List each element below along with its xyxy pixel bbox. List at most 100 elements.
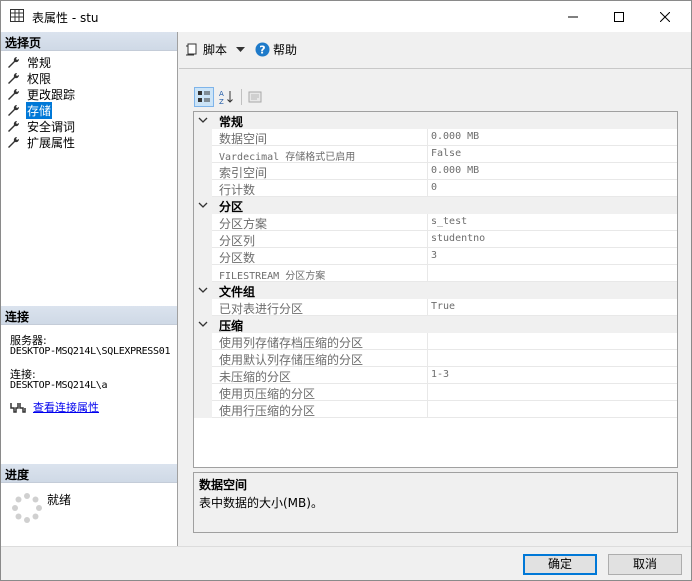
property-name: 分区列 [219, 234, 256, 248]
cancel-button[interactable]: 取消 [608, 554, 682, 575]
property-name: 数据空间 [219, 132, 268, 146]
property-row[interactable]: 使用默认列存储压缩的分区 [194, 350, 677, 367]
category-name: 常规 [219, 115, 244, 129]
property-pages-icon [248, 91, 262, 103]
property-grid-toolbar: AZ [194, 86, 267, 108]
property-name: 分区数 [219, 251, 256, 265]
page-item-permissions[interactable]: 权限 [7, 70, 52, 86]
categorized-icon [198, 91, 210, 102]
property-row[interactable]: 未压缩的分区 1-3 [194, 367, 677, 384]
property-name: 使用页压缩的分区 [219, 387, 316, 401]
description-title: 数据空间 [199, 478, 248, 492]
toolbar: 脚本 ? 帮助 [179, 32, 691, 69]
wrench-icon [8, 136, 20, 148]
property-row[interactable]: 分区列 studentno [194, 231, 677, 248]
maximize-icon[interactable] [596, 1, 642, 32]
property-value: 1-3 [431, 369, 450, 380]
category-partition[interactable]: 分区 [194, 197, 677, 214]
property-row[interactable]: 分区数 3 [194, 248, 677, 265]
left-panel: 选择页 常规 权限 更改跟踪 存储 安全谓词 扩展属性 连接 服务器: DESK… [1, 32, 178, 546]
page-item-general[interactable]: 常规 [7, 54, 52, 70]
chevron-down-icon[interactable] [198, 198, 208, 212]
property-row[interactable]: FILESTREAM 分区方案 [194, 265, 677, 282]
property-name: FILESTREAM 分区方案 [219, 271, 326, 282]
page-item-security-predicates[interactable]: 安全谓词 [7, 118, 76, 134]
svg-text:?: ? [259, 44, 265, 57]
category-filegroup[interactable]: 文件组 [194, 282, 677, 299]
property-name: 使用列存储存档压缩的分区 [219, 336, 364, 350]
script-button[interactable]: 脚本 [185, 41, 246, 58]
progress-status: 就绪 [47, 493, 72, 507]
property-value: 0.000 MB [431, 131, 480, 142]
page-label: 权限 [27, 71, 52, 86]
property-row[interactable]: 已对表进行分区 True [194, 299, 677, 316]
category-compression[interactable]: 压缩 [194, 316, 677, 333]
alphabetical-sort-button[interactable]: AZ [216, 87, 236, 107]
connection-header: 连接 [1, 306, 177, 325]
property-name: 已对表进行分区 [219, 302, 304, 316]
chevron-down-icon[interactable] [198, 317, 208, 331]
property-value: studentno [431, 233, 486, 244]
close-icon[interactable] [642, 1, 688, 32]
help-button[interactable]: ? 帮助 [255, 41, 297, 58]
page-item-storage[interactable]: 存储 [7, 101, 53, 119]
property-value: 0 [431, 182, 438, 193]
property-value: 0.000 MB [431, 165, 480, 176]
property-name: 索引空间 [219, 166, 268, 180]
chevron-down-icon[interactable] [198, 113, 208, 127]
title-bar: 表属性 - stu [1, 1, 691, 32]
category-name: 文件组 [219, 285, 256, 299]
property-grid: 常规 数据空间 0.000 MB Vardecimal 存储格式已启用 Fals… [193, 111, 678, 468]
wrench-icon [8, 72, 20, 84]
property-name: Vardecimal 存储格式已启用 [219, 152, 356, 163]
progress-spinner-icon [12, 493, 42, 523]
property-row[interactable]: 数据空间 0.000 MB [194, 129, 677, 146]
help-label: 帮助 [273, 43, 298, 57]
property-value: s_test [431, 216, 468, 227]
svg-text:Z: Z [219, 98, 224, 105]
page-item-change-tracking[interactable]: 更改跟踪 [7, 86, 76, 102]
ok-button[interactable]: 确定 [523, 554, 597, 575]
wrench-icon [8, 88, 20, 100]
minimize-icon[interactable] [550, 1, 596, 32]
connection-properties-icon [10, 403, 26, 413]
progress-header: 进度 [1, 464, 177, 483]
property-row[interactable]: 使用列存储存档压缩的分区 [194, 333, 677, 350]
property-name: 使用默认列存储压缩的分区 [219, 353, 364, 367]
property-value: False [431, 148, 462, 159]
property-pages-button[interactable] [245, 87, 265, 107]
page-item-extended-properties[interactable]: 扩展属性 [7, 134, 76, 150]
property-description: 数据空间 表中数据的大小(MB)。 [193, 472, 678, 533]
categorized-button[interactable] [194, 87, 214, 107]
wrench-icon [8, 104, 20, 116]
property-row[interactable]: 行计数 0 [194, 180, 677, 197]
chevron-down-icon[interactable] [236, 46, 246, 53]
property-row[interactable]: 索引空间 0.000 MB [194, 163, 677, 180]
table-icon [10, 9, 24, 22]
property-value: True [431, 301, 456, 312]
category-name: 分区 [219, 200, 244, 214]
svg-text:A: A [219, 90, 224, 98]
property-name: 分区方案 [219, 217, 268, 231]
page-label: 安全谓词 [27, 119, 76, 134]
select-page-header: 选择页 [1, 32, 177, 51]
property-row[interactable]: 使用页压缩的分区 [194, 384, 677, 401]
property-row[interactable]: Vardecimal 存储格式已启用 False [194, 146, 677, 163]
chevron-down-icon[interactable] [198, 283, 208, 297]
view-connection-link[interactable]: 查看连接属性 [33, 399, 99, 415]
property-row[interactable]: 使用行压缩的分区 [194, 401, 677, 418]
description-body: 表中数据的大小(MB)。 [199, 496, 323, 510]
wrench-icon [8, 56, 20, 68]
server-value: DESKTOP-MSQ214L\SQLEXPRESS01 [10, 346, 171, 357]
page-label: 扩展属性 [27, 135, 76, 150]
category-general[interactable]: 常规 [194, 112, 677, 129]
page-label: 常规 [27, 55, 52, 70]
help-icon: ? [255, 42, 270, 57]
page-label: 更改跟踪 [27, 87, 76, 102]
category-name: 压缩 [219, 319, 244, 333]
alphabetical-sort-icon: AZ [219, 90, 233, 105]
view-connection-properties[interactable]: 查看连接属性 [10, 399, 99, 415]
property-row[interactable]: 分区方案 s_test [194, 214, 677, 231]
property-name: 使用行压缩的分区 [219, 404, 316, 418]
connection-value: DESKTOP-MSQ214L\a [10, 380, 108, 391]
